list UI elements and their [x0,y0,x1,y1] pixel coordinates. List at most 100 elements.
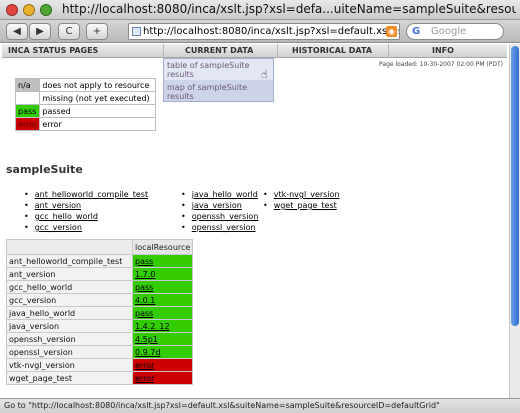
forward-button[interactable]: ▶ [29,23,51,40]
legend-description: does not apply to resource [39,78,156,92]
test-name-cell: vtk-nvgl_version [6,358,133,372]
test-link[interactable]: openssl_version [192,223,256,232]
result-link[interactable]: 4.5p1 [135,335,158,344]
test-link-item: gcc_version [24,222,148,233]
result-link[interactable]: error [135,361,154,370]
back-arrow-icon: ◀ [13,26,21,37]
result-cell: error [131,358,194,372]
current-data-dropdown: table of sampleSuite results ☝ map of sa… [163,58,274,102]
result-link[interactable]: pass [135,283,153,292]
browser-status-bar: Go to "http://localhost:8080/inca/xslt.j… [0,398,520,413]
test-links-column-2: java_hello_world java_version openssh_vers… [181,189,259,233]
reload-icon: C [65,26,73,37]
test-link-item: openssh_version [181,211,259,222]
browser-toolbar: ◀ ▶ C + http://localhost:8080/inca/xslt.… [0,20,520,43]
add-bookmark-button[interactable]: + [86,23,108,40]
test-name-cell: java_version [6,319,133,333]
test-link[interactable]: gcc_hello_world [35,212,98,221]
legend-row: pass passed [14,104,156,118]
reload-button[interactable]: C [58,23,80,40]
menu-inca-status-pages[interactable]: INCA STATUS PAGES [8,44,98,58]
results-row: java_hello_world pass [6,306,194,320]
status-legend: n/a does not apply to resource missing (no… [14,78,156,131]
result-cell: 1.7.0 [131,267,194,281]
results-row: wget_page_test error [6,371,194,385]
result-link[interactable]: 0.9.7d [135,348,160,357]
test-name-cell: gcc_version [6,293,133,307]
result-link[interactable]: 4.0.1 [135,296,155,305]
menu-divider [388,44,389,58]
vertical-scrollbar[interactable] [509,44,520,398]
page-content: INCA STATUS PAGES CURRENT DATA HISTORICA… [0,44,509,398]
menu-historical-data[interactable]: HISTORICAL DATA [292,44,372,58]
legend-swatch: n/a [14,78,41,92]
address-text: http://localhost:8080/inca/xslt.jsp?xsl=… [143,26,399,37]
page-loaded-timestamp: Page loaded: 10-30-2007 02:00 PM (PDT) [379,61,503,68]
result-link[interactable]: 1.4.2_12 [135,322,170,331]
suite-title: sampleSuite [6,163,83,176]
test-link[interactable]: vtk-nvgl_version [274,190,340,199]
minimize-window-button[interactable] [23,4,35,16]
result-link[interactable]: pass [135,309,153,318]
result-cell: error [131,371,194,385]
test-links-column-1: ant_helloworld_compile_test ant_versiongc… [24,189,148,233]
test-link[interactable]: ant_version [35,201,81,210]
results-row: vtk-nvgl_version error [6,358,194,372]
test-link-item: vtk-nvgl_version [263,189,340,200]
result-cell: 4.0.1 [131,293,194,307]
test-link[interactable]: ant_helloworld_compile_test [35,190,148,199]
rss-icon[interactable]: ◉ [386,26,397,37]
legend-row: error error [14,117,156,131]
result-link[interactable]: 1.7.0 [135,270,155,279]
search-field[interactable]: G Google [406,23,504,40]
plus-icon: + [92,26,102,37]
scrollbar-thumb[interactable] [511,46,519,326]
inca-menu-bar: INCA STATUS PAGES CURRENT DATA HISTORICA… [2,44,507,58]
menu-divider [163,44,164,58]
result-link[interactable]: error [135,374,154,383]
window-titlebar: http://localhost:8080/inca/xslt.jsp?xsl=… [0,0,520,20]
test-link-item: java_hello_world [181,189,258,200]
test-link[interactable]: java_hello_world [192,190,258,199]
test-link-item: wget_page_test [263,200,340,211]
legend-swatch: error [14,117,41,131]
test-name-cell: java_hello_world [6,306,133,320]
result-cell: 4.5p1 [131,332,194,346]
legend-row: missing (not yet executed) [14,91,156,105]
test-link[interactable]: gcc_version [35,223,82,232]
zoom-window-button[interactable] [40,4,52,16]
address-bar[interactable]: http://localhost:8080/inca/xslt.jsp?xsl=… [128,23,400,40]
menu-info[interactable]: INFO [432,44,454,58]
result-cell: pass [131,306,194,320]
test-name-cell: ant_version [6,267,133,281]
test-link[interactable]: java_version [192,201,242,210]
test-links-column-3: vtk-nvgl_version wget_page_test [263,189,340,211]
pointer-hand-icon: ☝ [261,68,268,81]
test-link[interactable]: wget_page_test [274,201,337,210]
legend-description: missing (not yet executed) [39,91,156,105]
menu-divider [277,44,278,58]
result-link[interactable]: pass [135,257,153,266]
test-link-item: ant_version [24,200,148,211]
legend-swatch [14,91,41,105]
results-row: gcc_hello_world pass [6,280,194,294]
results-row: openssh_version 4.5p1 [6,332,194,346]
test-link-item: java_version [181,200,258,211]
result-cell: pass [131,280,194,294]
back-button[interactable]: ◀ [6,23,28,40]
test-link[interactable]: openssh_version [192,212,259,221]
test-name-cell: gcc_hello_world [6,280,133,294]
results-corner-header [6,239,133,255]
resource-column-header[interactable]: localResource [131,239,194,255]
menu-current-data[interactable]: CURRENT DATA [185,44,253,58]
dropdown-item-table-results[interactable]: table of sampleSuite results ☝ [164,59,273,80]
dropdown-item-map-results[interactable]: map of sampleSuite results [164,81,273,102]
result-cell: 0.9.7d [131,345,194,359]
results-table: localResource ant_helloworld_compile_tes… [6,239,194,385]
legend-row: n/a does not apply to resource [14,78,156,92]
page-favicon-icon [132,27,141,36]
result-cell: 1.4.2_12 [131,319,194,333]
dropdown-item-label: map of sampleSuite results [167,83,248,101]
close-window-button[interactable] [6,4,18,16]
test-name-cell: openssl_version [6,345,133,359]
